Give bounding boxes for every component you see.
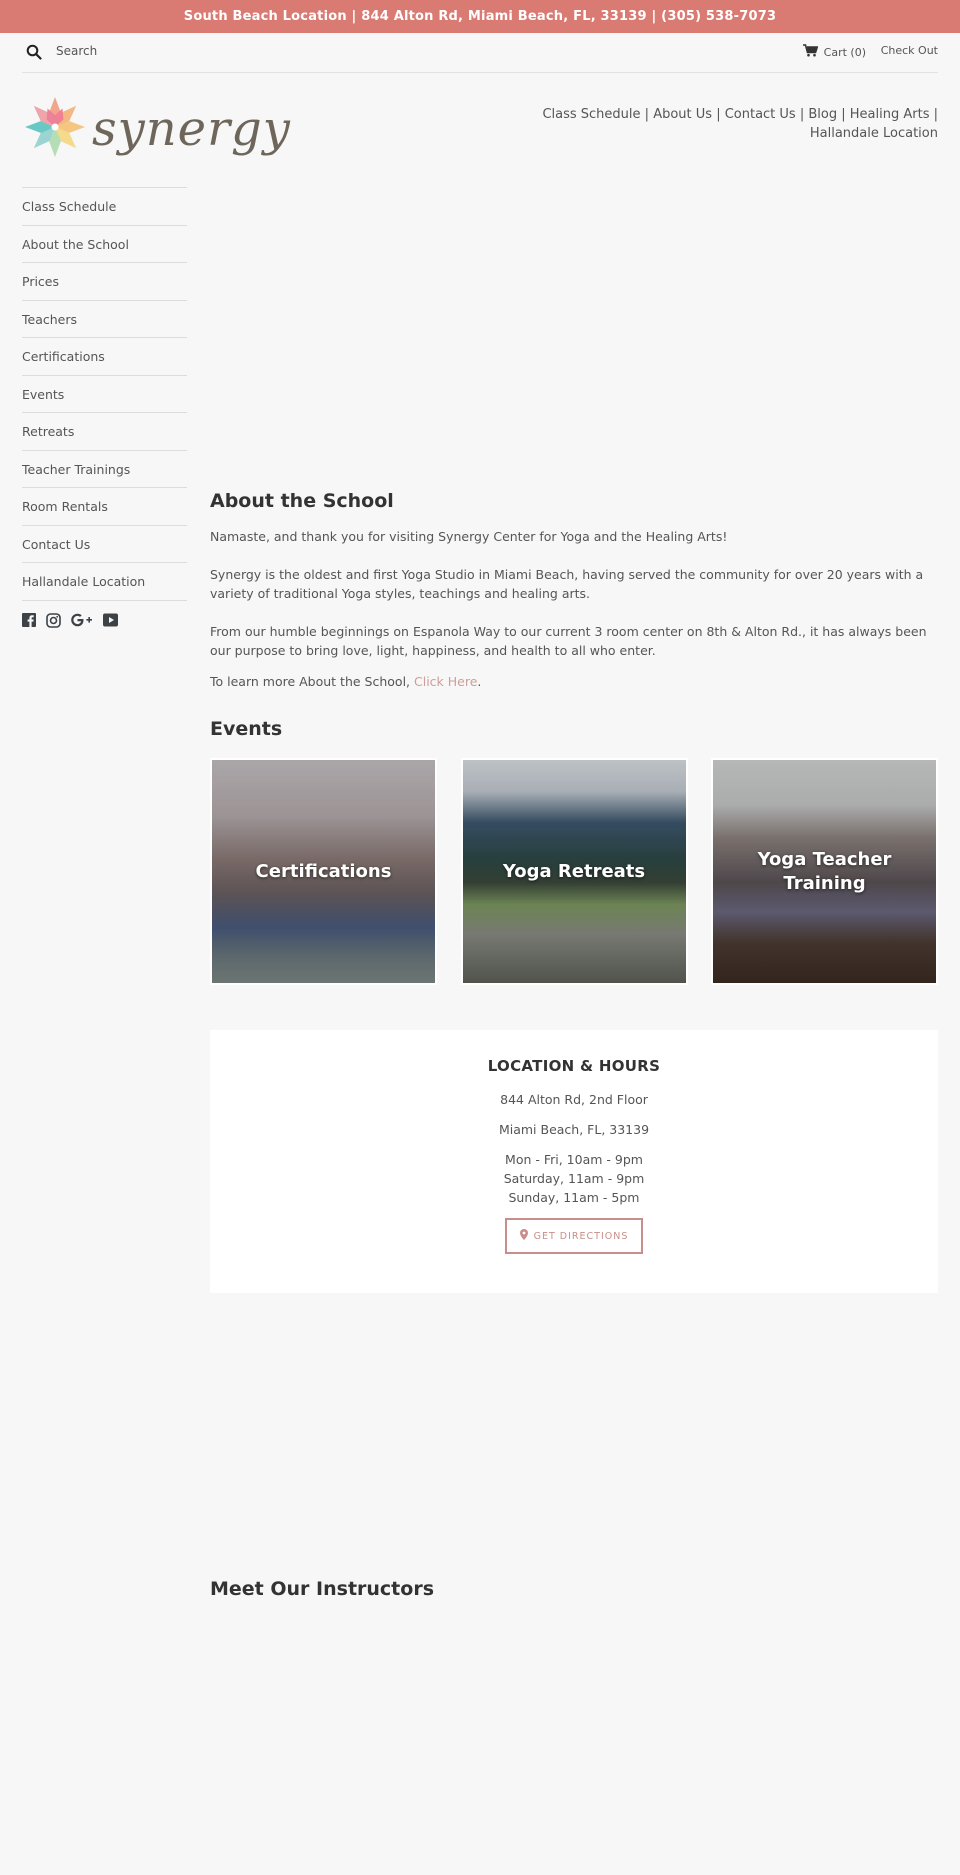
sidebar-item-label[interactable]: Hallandale Location [22, 574, 145, 589]
nav-separator: | [644, 107, 654, 122]
sidebar-item-teacher-trainings[interactable]: Teacher Trainings [22, 451, 187, 488]
event-label: Yoga Teacher Training [757, 848, 892, 894]
about-paragraph: Namaste, and thank you for visiting Syne… [210, 529, 728, 544]
sidebar-item-label[interactable]: Class Schedule [22, 199, 116, 214]
about-paragraph: From our humble beginnings on Espanola W… [210, 624, 927, 658]
about-title: About the School [210, 490, 394, 512]
location-hours-section: LOCATION & HOURS 844 Alton Rd, 2nd Floor… [210, 1030, 938, 1293]
sidebar: Class Schedule About the School Prices T… [22, 187, 187, 628]
sidebar-menu: Class Schedule About the School Prices T… [22, 187, 187, 601]
about-section: About the School Namaste, and thank you … [210, 490, 938, 691]
sidebar-item-certifications[interactable]: Certifications [22, 338, 187, 376]
hours-sunday: Sunday, 11am - 5pm [508, 1190, 640, 1205]
event-label: Yoga Retreats [502, 860, 646, 882]
learn-more-text: To learn more About the School, [210, 674, 414, 689]
event-card-certifications[interactable]: Certifications [210, 758, 437, 985]
instagram-icon[interactable] [46, 612, 61, 628]
search-input[interactable] [56, 41, 256, 61]
header-nav-hallandale-location[interactable]: Hallandale Location [810, 126, 938, 141]
nav-separator: | [933, 107, 938, 122]
sidebar-item-class-schedule[interactable]: Class Schedule [22, 188, 187, 226]
address-line-2: Miami Beach, FL, 33139 [498, 1122, 650, 1137]
get-directions-button[interactable]: GET DIRECTIONS [504, 1218, 644, 1254]
youtube-icon[interactable] [103, 613, 118, 627]
facebook-icon[interactable] [22, 613, 36, 627]
nav-separator: | [841, 107, 850, 122]
sidebar-item-teachers[interactable]: Teachers [22, 301, 187, 338]
sidebar-item-label[interactable]: Room Rentals [22, 499, 108, 514]
sidebar-item-label[interactable]: Prices [22, 274, 59, 289]
header-nav: Class Schedule | About Us | Contact Us |… [498, 105, 938, 143]
click-here-link[interactable]: Click Here [414, 674, 477, 689]
top-bar: Cart (0) Check Out [22, 33, 938, 73]
instructors-title: Meet Our Instructors [210, 1578, 435, 1600]
announcement-text: South Beach Location | 844 Alton Rd, Mia… [183, 9, 777, 24]
cart-label: Cart (0) [823, 45, 866, 59]
sidebar-item-about-the-school[interactable]: About the School [22, 226, 187, 263]
social-links [22, 612, 187, 628]
announcement-bar: South Beach Location | 844 Alton Rd, Mia… [0, 0, 960, 33]
header-nav-class-schedule[interactable]: Class Schedule [542, 107, 640, 122]
sidebar-item-label[interactable]: Certifications [22, 349, 105, 364]
sidebar-item-label[interactable]: Teacher Trainings [22, 462, 130, 477]
header-nav-contact-us[interactable]: Contact Us [725, 107, 796, 122]
sidebar-item-room-rentals[interactable]: Room Rentals [22, 488, 187, 526]
sidebar-item-label[interactable]: Contact Us [22, 537, 90, 552]
lotus-flower-icon [22, 94, 88, 164]
nav-separator: | [716, 107, 725, 122]
checkout-link[interactable]: Check Out [881, 44, 938, 57]
sidebar-item-label[interactable]: Events [22, 387, 64, 402]
sidebar-item-label[interactable]: Teachers [22, 312, 77, 327]
sidebar-item-hallandale-location[interactable]: Hallandale Location [22, 563, 187, 601]
search-icon[interactable] [26, 44, 42, 60]
get-directions-label: GET DIRECTIONS [533, 1230, 629, 1242]
event-label: Certifications [255, 860, 392, 882]
hours-list: Mon - Fri, 10am - 9pm Saturday, 11am - 9… [210, 1150, 938, 1207]
sidebar-item-label[interactable]: About the School [22, 237, 129, 252]
about-learn-more: To learn more About the School, Click He… [210, 672, 938, 691]
map-pin-icon [519, 1229, 528, 1243]
cart-icon [802, 44, 819, 60]
address-line-1: 844 Alton Rd, 2nd Floor [500, 1092, 648, 1107]
header-nav-healing-arts[interactable]: Healing Arts [850, 107, 930, 122]
event-card-yoga-retreats[interactable]: Yoga Retreats [460, 758, 688, 985]
sidebar-item-events[interactable]: Events [22, 376, 187, 413]
hours-saturday: Saturday, 11am - 9pm [503, 1171, 645, 1186]
learn-more-suffix: . [477, 674, 482, 689]
sidebar-item-label[interactable]: Retreats [22, 424, 74, 439]
events-grid: Certifications Yoga Retreats Yoga Teache… [210, 758, 938, 985]
cart-link[interactable]: Cart (0) [802, 44, 866, 60]
sidebar-item-contact-us[interactable]: Contact Us [22, 526, 187, 563]
header-nav-about-us[interactable]: About Us [653, 107, 712, 122]
events-title: Events [210, 718, 283, 740]
logo-text: synergy [92, 101, 291, 157]
hours-weekday: Mon - Fri, 10am - 9pm [505, 1152, 643, 1167]
header-nav-blog[interactable]: Blog [808, 107, 837, 122]
about-paragraph: Synergy is the oldest and first Yoga Stu… [210, 567, 924, 601]
google-plus-icon[interactable] [71, 613, 93, 627]
sidebar-item-retreats[interactable]: Retreats [22, 413, 187, 451]
location-title: LOCATION & HOURS [487, 1057, 661, 1075]
sidebar-item-prices[interactable]: Prices [22, 263, 187, 301]
logo[interactable]: synergy [22, 94, 290, 164]
event-card-yoga-teacher-training[interactable]: Yoga Teacher Training [711, 758, 938, 985]
